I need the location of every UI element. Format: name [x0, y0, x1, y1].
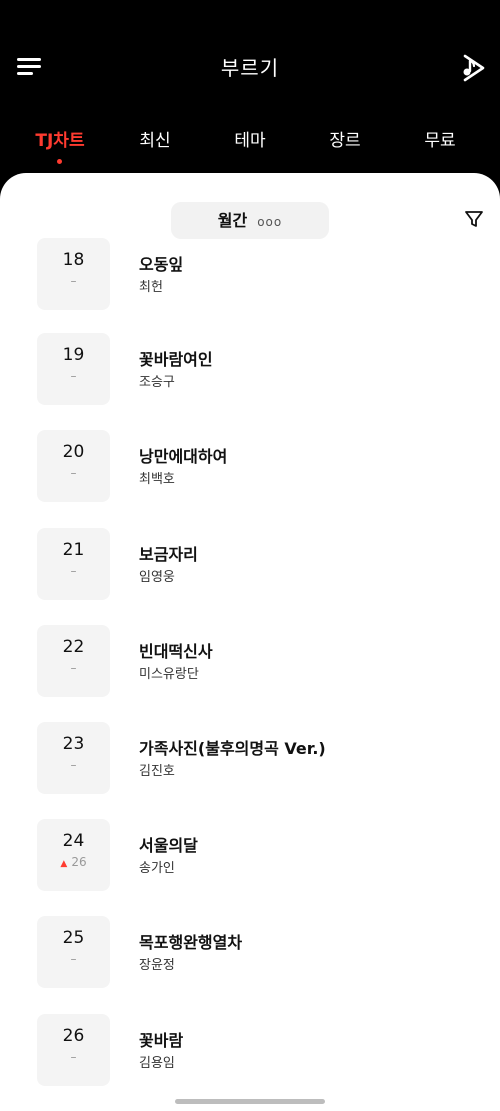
- rank-box: 23 –: [37, 722, 110, 794]
- rank-number: 18: [62, 250, 85, 270]
- rank-box: 21 –: [37, 528, 110, 600]
- tab-theme[interactable]: 테마: [202, 126, 298, 151]
- list-item[interactable]: 23 – 가족사진(불후의명곡 Ver.) 김진호: [0, 722, 500, 796]
- song-artist: 미스유랑단: [139, 667, 199, 682]
- song-title: 보금자리: [139, 545, 198, 564]
- song-title: 꽃바람: [139, 1031, 184, 1050]
- rank-number: 23: [62, 734, 85, 754]
- song-artist: 장윤정: [139, 958, 175, 973]
- rank-box: 25 –: [37, 916, 110, 988]
- rank-box: 24 ▲ 26: [37, 819, 110, 891]
- song-title: 가족사진(불후의명곡 Ver.): [139, 739, 326, 758]
- song-artist: 김용임: [139, 1056, 175, 1071]
- rank-change: –: [70, 466, 77, 480]
- rank-change: –: [70, 758, 77, 772]
- rank-box: 22 –: [37, 625, 110, 697]
- rank-change-value: 26: [71, 855, 87, 869]
- song-title: 오동잎: [139, 255, 184, 274]
- song-title: 빈대떡신사: [139, 642, 213, 661]
- rank-change: –: [70, 952, 77, 966]
- list-item[interactable]: 26 – 꽃바람 김용임: [0, 1014, 500, 1088]
- active-tab-indicator: [57, 159, 62, 164]
- song-artist: 최백호: [139, 472, 175, 487]
- app-header: 부르기: [0, 0, 500, 110]
- list-item[interactable]: 25 – 목포행완행열차 장윤정: [0, 916, 500, 990]
- list-item[interactable]: 24 ▲ 26 서울의달 송가인: [0, 819, 500, 893]
- song-artist: 최헌: [139, 280, 163, 295]
- tab-latest[interactable]: 최신: [107, 126, 203, 151]
- song-artist: 조승구: [139, 375, 175, 390]
- rank-change: –: [70, 1050, 77, 1064]
- rank-number: 19: [62, 345, 85, 365]
- list-item[interactable]: 20 – 낭만에대하여 최백호: [0, 430, 500, 504]
- song-title: 목포행완행열차: [139, 933, 243, 952]
- list-item[interactable]: 21 – 보금자리 임영웅: [0, 528, 500, 602]
- period-selector[interactable]: 월간 ooo: [171, 202, 329, 239]
- rank-number: 21: [62, 540, 85, 560]
- rank-box: 20 –: [37, 430, 110, 502]
- rank-box: 26 –: [37, 1014, 110, 1086]
- list-item[interactable]: 22 – 빈대떡신사 미스유랑단: [0, 625, 500, 699]
- song-title: 낭만에대하여: [139, 447, 228, 466]
- song-artist: 임영웅: [139, 570, 175, 585]
- rank-box: 18 –: [37, 238, 110, 310]
- list-item[interactable]: 18 – 오동잎 최헌: [0, 238, 500, 312]
- rank-number: 20: [62, 442, 85, 462]
- tab-tj-chart[interactable]: TJ차트: [12, 126, 108, 151]
- rank-up-arrow-icon: ▲: [60, 859, 68, 869]
- song-artist: 김진호: [139, 764, 175, 779]
- rank-change: –: [70, 564, 77, 578]
- rank-change: –: [70, 661, 77, 675]
- rank-change: –: [70, 369, 77, 383]
- music-play-icon[interactable]: [456, 52, 488, 84]
- tab-genre[interactable]: 장르: [297, 126, 393, 151]
- song-title: 꽃바람여인: [139, 350, 213, 369]
- rank-change-up: ▲ 26: [37, 855, 110, 869]
- home-indicator[interactable]: [175, 1099, 325, 1104]
- tab-free[interactable]: 무료: [392, 126, 488, 151]
- rank-box: 19 –: [37, 333, 110, 405]
- rank-number: 25: [62, 928, 85, 948]
- period-label: 월간: [217, 211, 248, 230]
- rank-number: 22: [62, 637, 85, 657]
- category-tabs: TJ차트 최신 테마 장르 무료: [0, 110, 500, 170]
- rank-number: 24: [62, 831, 85, 851]
- chart-sheet: 18 – 오동잎 최헌 19 – 꽃바람여인 조승구 20 – 낭만에대하여 최…: [0, 173, 500, 1111]
- rank-change: –: [70, 274, 77, 288]
- list-item[interactable]: 19 – 꽃바람여인 조승구: [0, 333, 500, 407]
- song-title: 서울의달: [139, 836, 198, 855]
- song-artist: 송가인: [139, 861, 175, 876]
- rank-number: 26: [62, 1026, 85, 1046]
- page-title: 부르기: [220, 56, 280, 80]
- filter-icon[interactable]: [464, 209, 484, 229]
- more-options-icon: ooo: [257, 215, 283, 229]
